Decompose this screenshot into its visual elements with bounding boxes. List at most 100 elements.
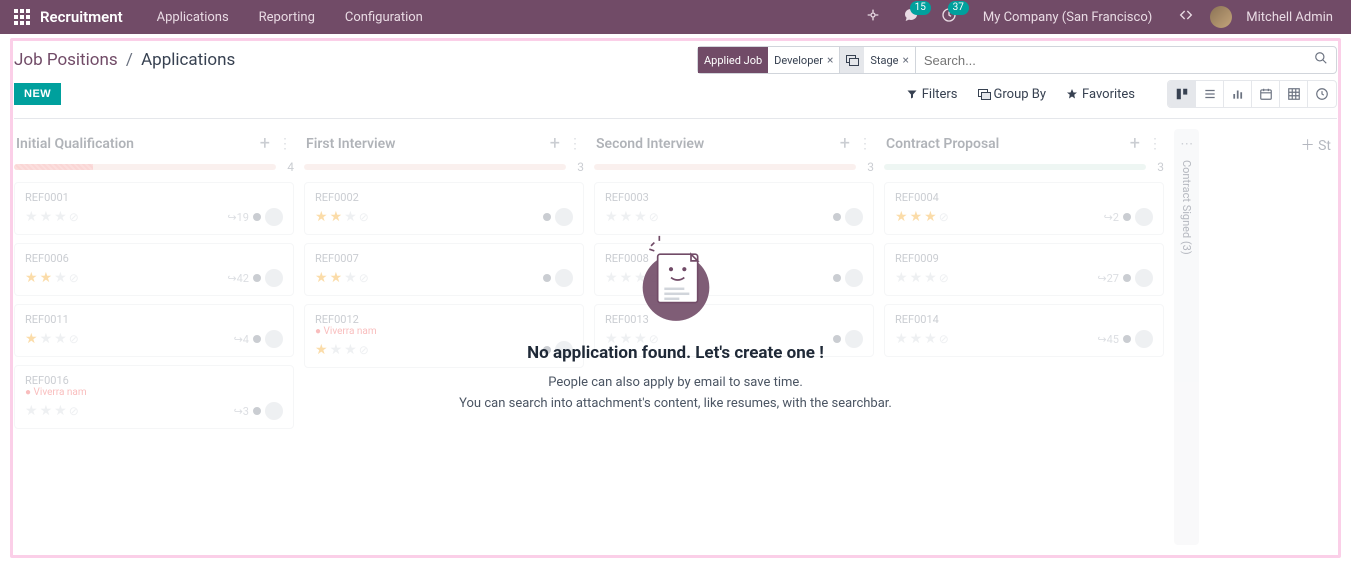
card-ref: REF0001	[25, 191, 283, 204]
status-dot-icon	[1123, 335, 1131, 343]
more-icon: ⋯	[1180, 137, 1193, 152]
column-add-icon[interactable]: +	[260, 133, 270, 154]
kanban-card[interactable]: REF0003 ★★★ ⊘	[594, 182, 874, 235]
view-switcher	[1167, 80, 1337, 108]
column-title[interactable]: Second Interview	[596, 136, 704, 152]
card-avatar[interactable]	[265, 208, 283, 226]
debug-icon[interactable]	[1172, 7, 1200, 27]
calendar-view-icon[interactable]	[1252, 81, 1280, 107]
card-avatar[interactable]	[1135, 208, 1153, 226]
column-progress[interactable]	[594, 164, 856, 170]
pivot-view-icon[interactable]	[1280, 81, 1308, 107]
card-ref: REF0004	[895, 191, 1153, 204]
column-add-icon[interactable]: +	[840, 133, 850, 154]
favorites-button[interactable]: Favorites	[1066, 87, 1135, 102]
card-avatar[interactable]	[265, 402, 283, 420]
column-progress[interactable]	[304, 164, 566, 170]
column-settings-icon[interactable]: ⋮	[1148, 136, 1162, 152]
layers-icon	[978, 89, 990, 99]
facet-remove-icon[interactable]: ×	[902, 53, 908, 67]
card-ref: REF0011	[25, 313, 283, 326]
activity-view-icon[interactable]	[1308, 81, 1336, 107]
column-progress[interactable]	[884, 164, 1146, 170]
card-ref: REF0006	[25, 252, 283, 265]
column-title[interactable]: First Interview	[306, 136, 396, 152]
card-avatar[interactable]	[845, 208, 863, 226]
kanban-card[interactable]: REF0016 ● Viverra nam ★★★ ⊘ ↪3	[14, 365, 294, 429]
company-selector[interactable]: My Company (San Francisco)	[973, 10, 1162, 25]
add-column[interactable]: ＋ St	[1209, 129, 1337, 545]
column-count: 3	[1152, 160, 1164, 174]
facet-stage: Stage ×	[840, 47, 916, 73]
column-settings-icon[interactable]: ⋮	[568, 136, 582, 152]
card-avatar[interactable]	[555, 208, 573, 226]
trial-icon[interactable]	[859, 7, 887, 27]
card-stars[interactable]: ★★★ ⊘	[25, 403, 79, 419]
menu-applications[interactable]: Applications	[147, 10, 239, 25]
user-name[interactable]: Mitchell Admin	[1242, 10, 1337, 25]
card-meta: ↪45	[1097, 330, 1153, 348]
menu-reporting[interactable]: Reporting	[249, 10, 325, 25]
kanban-card[interactable]: REF0002 ★★★ ⊘	[304, 182, 584, 235]
chat-badge: 15	[910, 1, 931, 15]
column-add-icon[interactable]: +	[1130, 133, 1140, 154]
column-add-icon[interactable]: +	[550, 133, 560, 154]
card-stars[interactable]: ★★★ ⊘	[895, 209, 949, 225]
card-meta: ↪4	[234, 330, 283, 348]
graph-view-icon[interactable]	[1224, 81, 1252, 107]
groupby-button[interactable]: Group By	[978, 87, 1047, 102]
card-avatar[interactable]	[265, 330, 283, 348]
apps-icon[interactable]	[14, 9, 30, 25]
kanban-card[interactable]: REF0006 ★★★ ⊘ ↪42	[14, 243, 294, 296]
column-title[interactable]: Contract Proposal	[886, 136, 999, 152]
empty-illustration-icon	[626, 229, 726, 329]
chat-icon[interactable]: 15	[897, 7, 925, 27]
menu-configuration[interactable]: Configuration	[335, 10, 433, 25]
folded-column[interactable]: ⋯ Contract Signed (3)	[1174, 129, 1199, 545]
card-stars[interactable]: ★★★ ⊘	[315, 270, 369, 286]
column-settings-icon[interactable]: ⋮	[278, 136, 292, 152]
card-meta: ↪3	[234, 402, 283, 420]
kanban-view-icon[interactable]	[1168, 81, 1196, 107]
column-count: 4	[282, 160, 294, 174]
card-avatar[interactable]	[1135, 330, 1153, 348]
empty-text-1: People can also apply by email to save t…	[376, 373, 976, 394]
status-dot-icon	[833, 213, 841, 221]
user-avatar[interactable]	[1210, 6, 1232, 28]
card-stars[interactable]: ★★★ ⊘	[315, 342, 369, 358]
card-stars[interactable]: ★★★ ⊘	[605, 209, 659, 225]
kanban-card[interactable]: REF0011 ★★★ ⊘ ↪4	[14, 304, 294, 357]
breadcrumb: Job Positions / Applications	[14, 50, 235, 70]
column-progress[interactable]	[14, 164, 276, 170]
card-avatar[interactable]	[1135, 269, 1153, 287]
status-dot-icon	[253, 274, 261, 282]
card-ref: REF0003	[605, 191, 863, 204]
column-count: 3	[572, 160, 584, 174]
search-input[interactable]	[916, 53, 1306, 68]
filters-button[interactable]: Filters	[906, 87, 958, 102]
search-icon[interactable]	[1306, 51, 1336, 69]
card-meta: ↪2	[1104, 208, 1153, 226]
status-dot-icon	[253, 407, 261, 415]
search-bar: Applied Job Developer × Stage ×	[697, 46, 1337, 74]
list-view-icon[interactable]	[1196, 81, 1224, 107]
breadcrumb-root[interactable]: Job Positions	[14, 50, 118, 70]
status-dot-icon	[253, 213, 261, 221]
card-avatar[interactable]	[265, 269, 283, 287]
facet-remove-icon[interactable]: ×	[827, 53, 833, 67]
card-stars[interactable]: ★★★ ⊘	[315, 209, 369, 225]
card-stars[interactable]: ★★★ ⊘	[25, 270, 79, 286]
kanban-card[interactable]: REF0004 ★★★ ⊘ ↪2	[884, 182, 1164, 235]
empty-state: No application found. Let's create one !…	[376, 229, 976, 415]
card-stars[interactable]: ★★★ ⊘	[25, 331, 79, 347]
kanban-card[interactable]: REF0001 ★★★ ⊘ ↪19	[14, 182, 294, 235]
card-tag: ● Viverra nam	[25, 387, 283, 398]
card-meta: ↪19	[227, 208, 283, 226]
column-title[interactable]: Initial Qualification	[16, 136, 134, 152]
card-stars[interactable]: ★★★ ⊘	[25, 209, 79, 225]
column-settings-icon[interactable]: ⋮	[858, 136, 872, 152]
new-button[interactable]: NEW	[14, 83, 61, 105]
card-meta	[833, 208, 863, 226]
activity-icon[interactable]: 37	[935, 7, 963, 27]
app-title[interactable]: Recruitment	[40, 8, 123, 26]
